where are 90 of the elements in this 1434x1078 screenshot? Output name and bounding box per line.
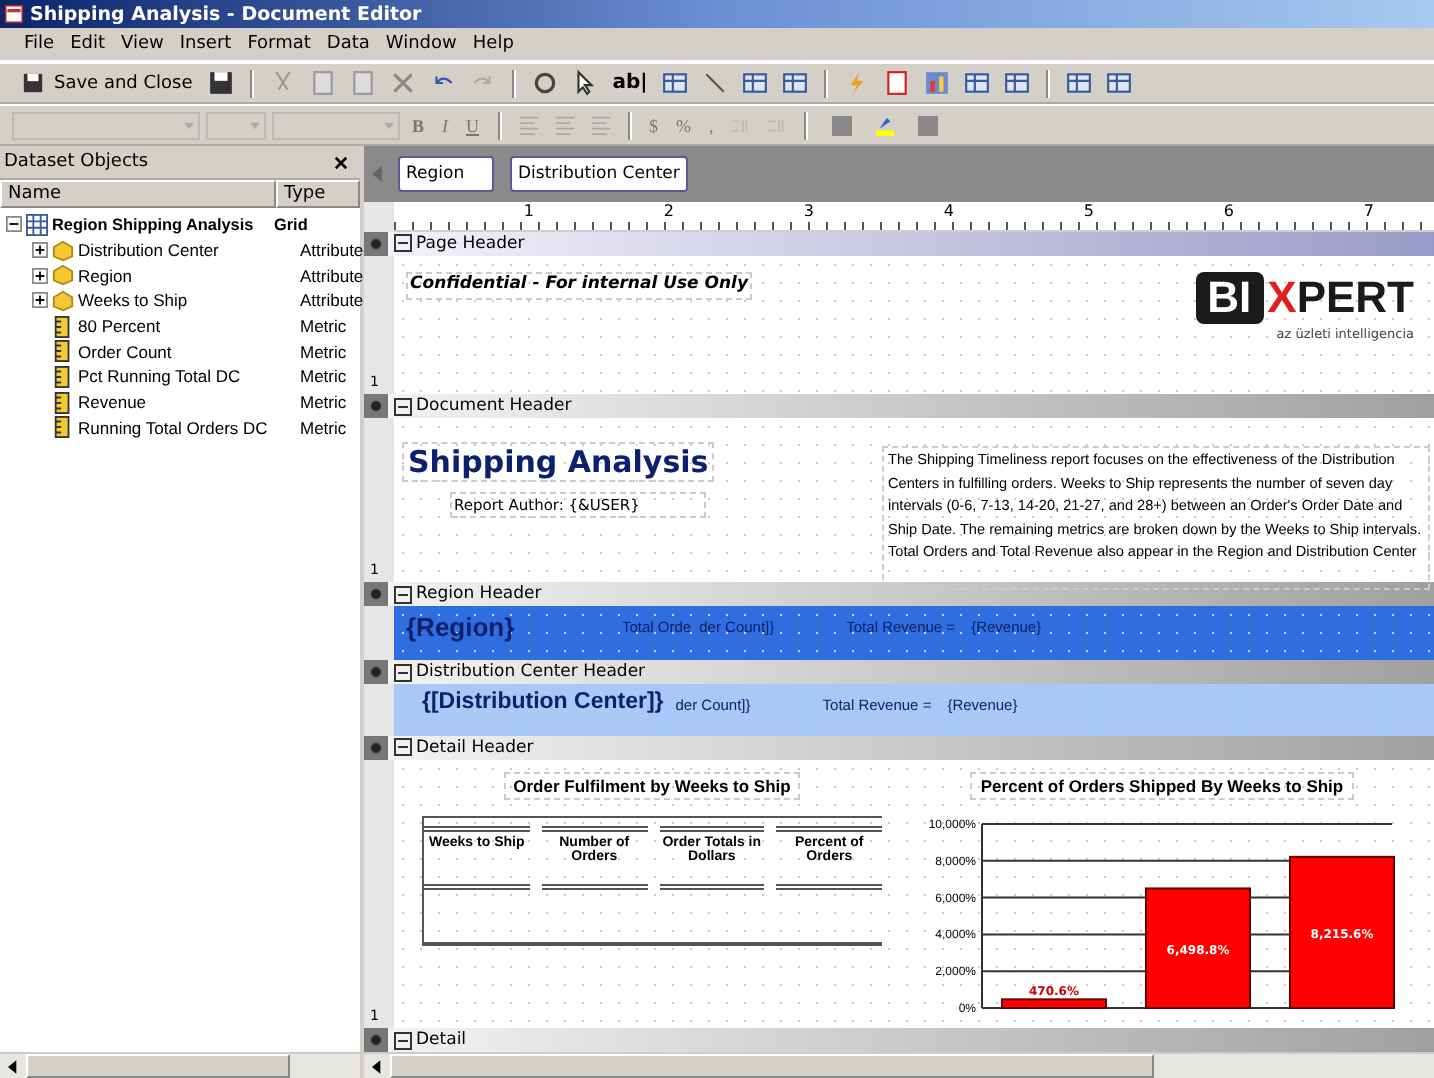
section-marker-icon[interactable] <box>364 231 388 256</box>
tree-item[interactable]: Weeks to Ship <box>78 290 188 311</box>
section-header[interactable]: Detail Header <box>394 737 534 758</box>
section-marker-icon[interactable] <box>364 582 388 607</box>
table-title: Order Fulfilment by Weeks to Ship <box>503 771 801 800</box>
tree-item[interactable]: Running Total Orders DC <box>78 417 268 438</box>
ruler-number: 3 <box>801 202 814 224</box>
menu-item[interactable]: Window <box>377 34 465 54</box>
menu-item[interactable]: Insert <box>171 34 240 54</box>
panel-title: Dataset Objects <box>4 152 149 172</box>
ruler-number: 5 <box>1081 202 1094 224</box>
page-by-field[interactable]: Region <box>398 156 494 192</box>
tree-item[interactable]: Order Count <box>78 341 172 362</box>
tree-item[interactable]: Region Shipping Analysis <box>52 215 254 234</box>
fill-color-button[interactable] <box>831 115 852 135</box>
ruler-icon <box>52 365 74 388</box>
tree-item[interactable]: Region <box>78 265 132 286</box>
section-marker-icon[interactable] <box>364 660 388 685</box>
save-and-close-button[interactable]: Save and Close <box>12 70 199 96</box>
page-by-field[interactable]: Distribution Center <box>510 156 688 192</box>
section-header[interactable]: Distribution Center Header <box>394 662 646 683</box>
ruler-number: 6 <box>1221 202 1234 224</box>
confidential-text: Confidential - For internal Use Only <box>406 271 752 300</box>
line-icon[interactable] <box>701 70 728 96</box>
grid-icon <box>26 213 48 236</box>
line-color-icon[interactable] <box>873 114 896 136</box>
grid-icon[interactable] <box>781 70 808 96</box>
section-header[interactable]: Page Header <box>394 233 525 254</box>
tree-item[interactable]: Pct Running Total DC <box>78 366 241 387</box>
type-text: Grid <box>274 215 308 234</box>
type-text: Metric <box>300 392 347 413</box>
font-color-button[interactable] <box>917 115 938 135</box>
ruler-number: 7 <box>1361 202 1374 224</box>
expand-toggle-icon[interactable] <box>32 267 48 284</box>
close-icon[interactable] <box>334 155 348 169</box>
textbox-tool-button[interactable]: ab| <box>608 72 652 94</box>
section-header[interactable]: Detail <box>394 1030 467 1050</box>
section-header[interactable]: Region Header <box>394 584 542 605</box>
type-text: Attribute <box>300 265 364 286</box>
pointer-icon[interactable] <box>572 70 599 96</box>
section-header[interactable]: Document Header <box>394 396 572 417</box>
ruler-number: 4 <box>941 202 954 224</box>
type-text: Metric <box>300 341 347 362</box>
section-marker-icon[interactable] <box>364 394 388 419</box>
type-text: Metric <box>300 366 347 387</box>
bar <box>1145 886 1251 1009</box>
menu-item[interactable]: Format <box>239 34 319 54</box>
report-title: Shipping Analysis <box>402 442 715 483</box>
ruler-icon <box>52 416 74 439</box>
cube-icon <box>52 264 74 287</box>
ruler-icon <box>52 391 74 414</box>
section-marker-icon[interactable] <box>364 735 388 760</box>
save-icon <box>22 72 44 94</box>
horizontal-scrollbar[interactable] <box>0 1052 360 1078</box>
column-header[interactable]: Name <box>0 180 276 208</box>
type-text: Attribute <box>300 240 364 261</box>
bar <box>1001 997 1107 1009</box>
ruler-number: 2 <box>661 202 674 224</box>
type-text: Metric <box>300 417 347 438</box>
chart-icon[interactable] <box>923 70 950 96</box>
app-icon <box>4 4 24 24</box>
distribution-center-field: {[Distribution Center]} <box>422 690 664 715</box>
region-field: {Region} <box>406 612 622 643</box>
document-icon[interactable] <box>883 70 910 96</box>
menu-item[interactable]: Help <box>464 34 522 54</box>
ruler-icon <box>52 340 74 363</box>
ruler-icon <box>52 315 74 338</box>
cube-icon <box>52 289 74 312</box>
type-text: Metric <box>300 316 347 337</box>
column-header[interactable]: Type <box>276 180 360 208</box>
collapse-toggle-icon[interactable] <box>6 216 22 233</box>
type-text: Attribute <box>300 290 364 311</box>
scroll-left-icon[interactable] <box>8 1059 18 1073</box>
scroll-left-icon[interactable] <box>372 1059 382 1073</box>
section-marker-icon[interactable] <box>364 1028 388 1052</box>
save-icon[interactable] <box>208 70 235 96</box>
expand-toggle-icon[interactable] <box>32 292 48 309</box>
menu-item[interactable]: View <box>113 34 172 54</box>
chart-title: Percent of Orders Shipped By Weeks to Ship <box>970 771 1354 800</box>
cube-icon <box>52 239 74 262</box>
tree-item[interactable]: Revenue <box>78 392 147 413</box>
tree-item[interactable]: 80 Percent <box>78 316 161 337</box>
window-title: Shipping Analysis - Document Editor <box>30 3 422 25</box>
menu-item[interactable]: File <box>16 34 63 54</box>
horizontal-scrollbar[interactable] <box>364 1052 1434 1078</box>
expand-toggle-icon[interactable] <box>32 242 48 259</box>
tree-item[interactable]: Distribution Center <box>78 240 219 261</box>
menu-item[interactable]: Edit <box>62 34 113 54</box>
menu-item[interactable]: Data <box>318 34 378 54</box>
ruler-number: 1 <box>521 202 534 224</box>
